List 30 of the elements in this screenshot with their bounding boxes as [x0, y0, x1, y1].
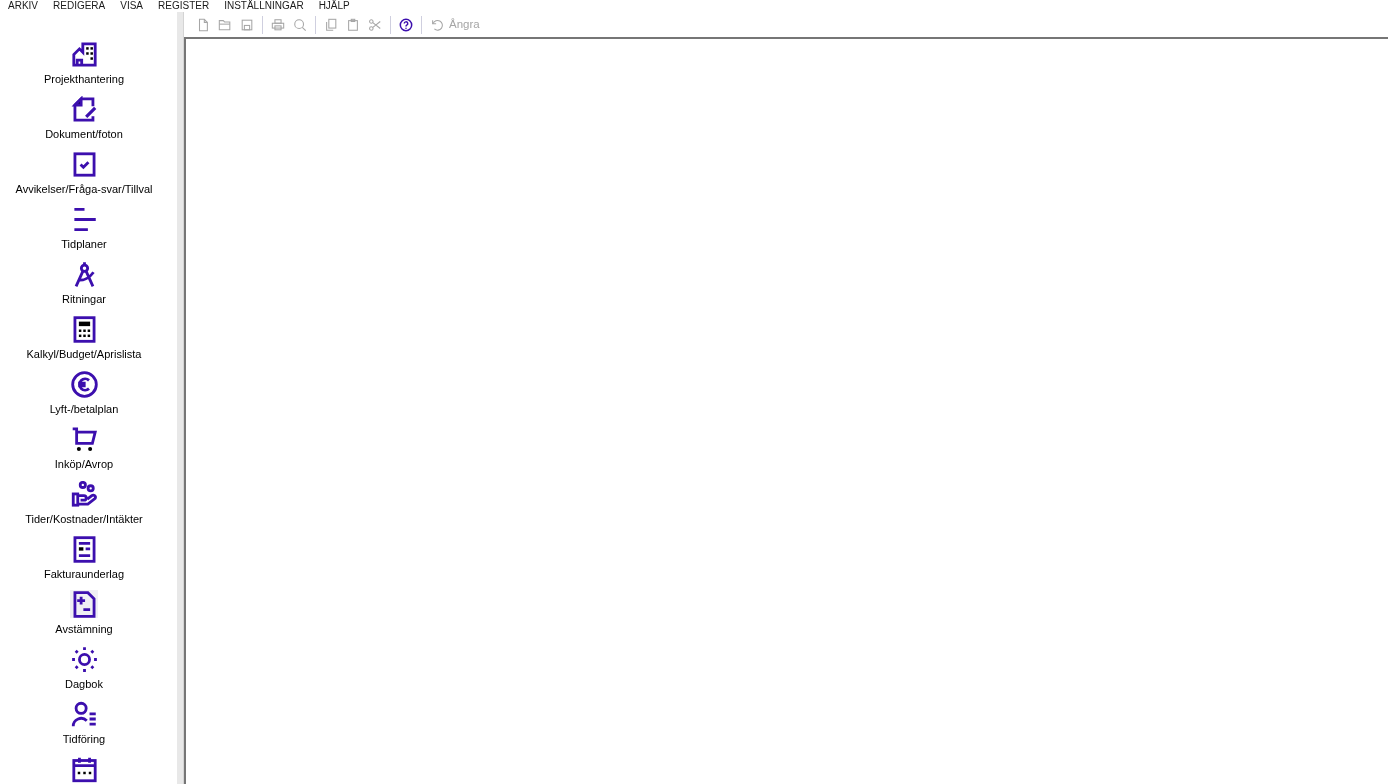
nav-button[interactable]: Tidplaner [0, 205, 168, 251]
nav-button[interactable]: Tider/Kostnader/Intäkter [0, 480, 168, 526]
pane-splitter[interactable] [177, 12, 184, 784]
undo-icon [430, 17, 444, 32]
copy-icon [324, 17, 338, 32]
menu-item[interactable]: HJÄLP [318, 0, 350, 11]
nav-button[interactable]: Kalkyl/Budget/Aprislista [0, 315, 168, 361]
nav-button[interactable]: Avvikelser/Fråga-svar/Tillval [0, 150, 168, 196]
nav-button[interactable]: Tidföring [0, 700, 168, 746]
nav-button[interactable]: Lyft-/betalplan [0, 370, 168, 416]
menu-item[interactable]: REGISTER [158, 0, 210, 11]
folder-icon [218, 17, 232, 32]
nav-button[interactable]: Inköp/Avrop [0, 425, 168, 471]
menu-item[interactable]: ARKIV [8, 0, 38, 11]
nav-button[interactable]: Fakturaunderlag [0, 535, 168, 581]
menu-item[interactable]: INSTÄLLNINGAR [224, 0, 304, 11]
menu-item[interactable]: VISA [120, 0, 144, 11]
menu-item[interactable]: REDIGERA [53, 0, 106, 11]
scissors-icon [368, 17, 382, 32]
nav-button[interactable]: Avstämning [0, 590, 168, 636]
nav-button[interactable]: Ritningar [0, 260, 168, 306]
printer-icon [271, 17, 285, 32]
nav-button[interactable]: Dagbok [0, 645, 168, 691]
help-icon [399, 17, 413, 32]
clipboard-icon [346, 17, 360, 32]
nav-button[interactable]: Dokument/foton [0, 95, 168, 141]
search-icon [293, 17, 307, 32]
save-icon [240, 17, 254, 32]
page-icon [196, 17, 210, 32]
nav-button[interactable]: Projekthantering [0, 40, 168, 86]
